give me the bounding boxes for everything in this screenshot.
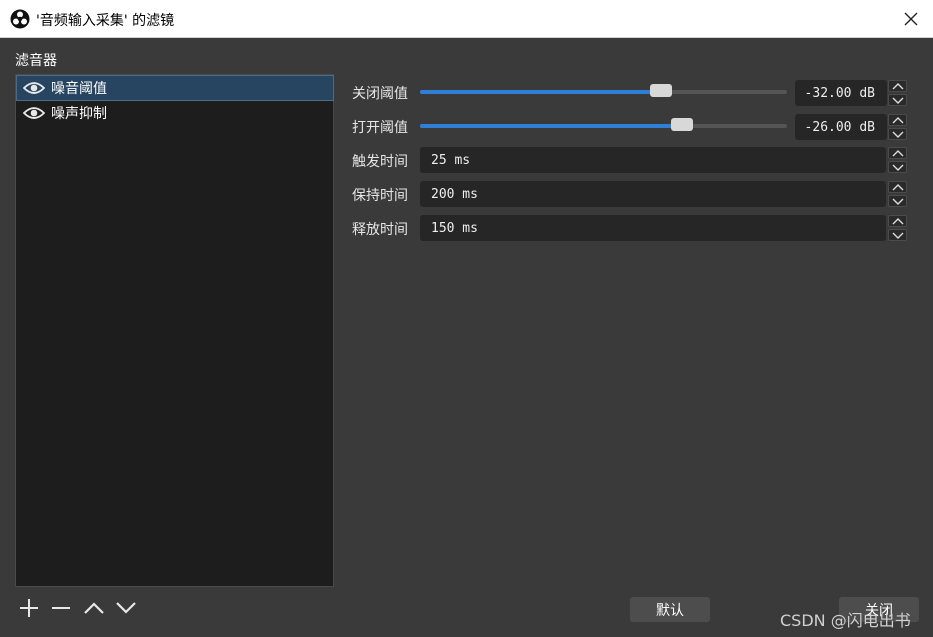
step-down-button[interactable]	[888, 195, 907, 207]
filter-item-label: 噪音阈值	[51, 81, 107, 97]
hold-time-input[interactable]: 200 ms	[420, 181, 886, 207]
release-time-label: 释放时间	[352, 222, 408, 238]
chevron-up-icon	[892, 82, 903, 89]
title-bar: '音频输入采集' 的滤镜	[0, 0, 933, 38]
open-threshold-label: 打开阈值	[352, 120, 408, 136]
chevron-down-icon	[892, 232, 903, 239]
step-up-button[interactable]	[888, 215, 907, 227]
chevron-up-icon	[892, 116, 903, 123]
chevron-down-icon	[892, 131, 903, 138]
attack-time-label: 触发时间	[352, 154, 408, 170]
obs-logo-icon	[10, 9, 30, 29]
filters-label: 滤音器	[15, 53, 57, 69]
open-threshold-input[interactable]: -26.00 dB	[795, 114, 887, 140]
slider-fill	[420, 90, 661, 94]
slider-fill	[420, 124, 682, 128]
chevron-up-icon	[84, 602, 104, 614]
eye-icon[interactable]	[23, 81, 45, 95]
move-filter-down-button[interactable]	[114, 596, 138, 620]
close-window-button[interactable]	[894, 0, 928, 38]
attack-time-stepper[interactable]	[888, 147, 907, 173]
open-threshold-stepper[interactable]	[888, 114, 907, 140]
step-down-button[interactable]	[888, 161, 907, 173]
close-threshold-input[interactable]: -32.00 dB	[795, 80, 887, 106]
slider-handle[interactable]	[649, 84, 672, 97]
watermark: CSDN @闪电出书	[780, 611, 911, 630]
filter-item-label: 噪声抑制	[51, 106, 107, 122]
step-down-button[interactable]	[888, 229, 907, 241]
chevron-up-icon	[892, 149, 903, 156]
close-threshold-label: 关闭阈值	[352, 86, 408, 102]
step-up-button[interactable]	[888, 80, 907, 92]
remove-filter-button[interactable]	[49, 596, 73, 620]
hold-time-label: 保持时间	[352, 188, 408, 204]
attack-time-input[interactable]: 25 ms	[420, 147, 886, 173]
slider-handle[interactable]	[670, 118, 693, 131]
eye-icon[interactable]	[23, 106, 45, 120]
close-threshold-slider[interactable]	[420, 84, 787, 97]
step-up-button[interactable]	[888, 181, 907, 193]
window-title: '音频输入采集' 的滤镜	[36, 13, 175, 29]
add-filter-button[interactable]	[17, 596, 41, 620]
chevron-down-icon	[892, 198, 903, 205]
move-filter-up-button[interactable]	[82, 596, 106, 620]
defaults-button[interactable]: 默认	[630, 597, 710, 622]
release-time-input[interactable]: 150 ms	[420, 215, 886, 241]
chevron-down-icon	[892, 97, 903, 104]
step-down-button[interactable]	[888, 128, 907, 140]
chevron-down-icon	[892, 164, 903, 171]
step-up-button[interactable]	[888, 114, 907, 126]
close-icon	[904, 12, 918, 26]
filter-item-noise-suppression[interactable]: 噪声抑制	[17, 101, 333, 125]
minus-icon	[52, 607, 70, 609]
plus-icon	[20, 599, 38, 617]
chevron-up-icon	[892, 183, 903, 190]
filter-item-noise-gate[interactable]: 噪音阈值	[16, 75, 334, 101]
hold-time-stepper[interactable]	[888, 181, 907, 207]
chevron-up-icon	[892, 217, 903, 224]
chevron-down-icon	[116, 602, 136, 614]
step-down-button[interactable]	[888, 94, 907, 106]
filter-list[interactable]: 噪音阈值 噪声抑制	[15, 74, 334, 587]
open-threshold-slider[interactable]	[420, 118, 787, 131]
close-threshold-stepper[interactable]	[888, 80, 907, 106]
release-time-stepper[interactable]	[888, 215, 907, 241]
step-up-button[interactable]	[888, 147, 907, 159]
